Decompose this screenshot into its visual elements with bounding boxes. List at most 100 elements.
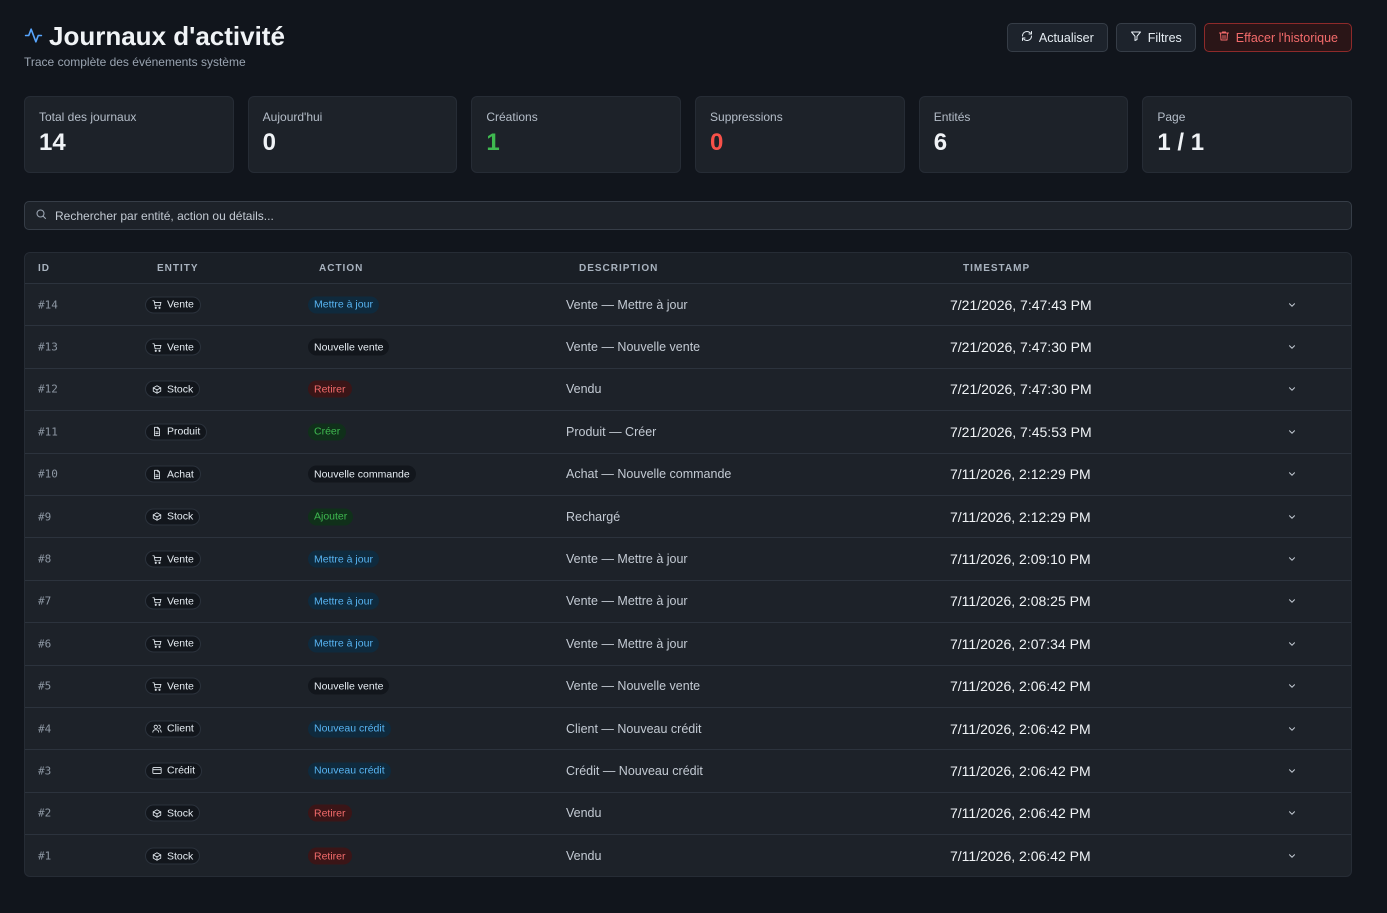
chevron-down-icon[interactable]: [1287, 851, 1297, 861]
action-badge: Nouvelle vente: [308, 338, 390, 356]
row-description: Produit — Créer: [566, 424, 657, 439]
row-timestamp: 7/11/2026, 2:06:42 PM: [950, 848, 1091, 865]
table-row[interactable]: #8 Vente Mettre à jour Vente — Mettre à jou…: [25, 538, 1351, 581]
table-row[interactable]: #4 Client Nouveau crédit Client — Nouveau c…: [25, 708, 1351, 751]
stat-label: Total des journaux: [39, 110, 137, 124]
activity-log-table: ID ENTITY ACTION DESCRIPTION TIMESTAMP #…: [24, 252, 1352, 877]
filter-icon: [1130, 30, 1142, 45]
action-badge: Mettre à jour: [308, 296, 379, 314]
action-badge: Retirer: [308, 847, 352, 865]
chevron-down-icon[interactable]: [1287, 427, 1297, 437]
action-badge: Ajouter: [308, 508, 354, 526]
clear-history-button[interactable]: Effacer l'historique: [1203, 23, 1352, 52]
row-timestamp: 7/11/2026, 2:06:42 PM: [950, 805, 1091, 822]
column-header-timestamp: TIMESTAMP: [963, 263, 1031, 274]
entity-label: Crédit: [167, 764, 196, 777]
column-header-id: ID: [38, 263, 50, 274]
table-row[interactable]: #10 Achat Nouvelle commande Achat — Nouvell…: [25, 454, 1351, 496]
search-input[interactable]: [55, 208, 1351, 223]
filters-button[interactable]: Filtres: [1115, 23, 1196, 52]
entity-badge: Achat: [145, 465, 201, 483]
table-row[interactable]: #11 Produit Créer Produit — Créer 7/21/2026,…: [25, 411, 1351, 454]
row-id: #1: [38, 849, 52, 863]
chevron-down-icon[interactable]: [1287, 639, 1297, 649]
chevron-down-icon[interactable]: [1287, 512, 1297, 522]
chevron-down-icon[interactable]: [1287, 808, 1297, 818]
entity-label: Vente: [167, 298, 194, 311]
table-row[interactable]: #5 Vente Nouvelle vente Vente — Nouvelle ve…: [25, 666, 1351, 708]
entity-label: Vente: [167, 341, 194, 354]
refresh-button[interactable]: Actualiser: [1006, 23, 1108, 52]
stat-card-page: Page 1 / 1: [1142, 96, 1353, 173]
stat-value: 1 / 1: [1157, 129, 1205, 156]
refresh-icon: [1021, 30, 1033, 45]
entity-label: Produit: [167, 425, 201, 438]
action-badge: Retirer: [308, 380, 352, 398]
entity-label: Vente: [167, 680, 194, 693]
entity-badge: Vente: [145, 550, 201, 568]
chevron-down-icon[interactable]: [1287, 342, 1297, 352]
chevron-down-icon[interactable]: [1287, 469, 1297, 479]
cart-icon: [152, 554, 162, 564]
stat-label: Suppressions: [710, 110, 783, 124]
row-timestamp: 7/11/2026, 2:09:10 PM: [950, 551, 1091, 568]
column-header-description: DESCRIPTION: [579, 263, 659, 274]
entity-badge: Stock: [145, 380, 201, 398]
table-row[interactable]: #12 Stock Retirer Vendu 7/21/2026, 7:47:30 P…: [25, 369, 1351, 412]
entity-badge: Vente: [145, 635, 201, 653]
action-badge: Mettre à jour: [308, 592, 379, 610]
table-row[interactable]: #7 Vente Mettre à jour Vente — Mettre à jou…: [25, 581, 1351, 624]
document-icon: [152, 469, 162, 479]
action-badge: Mettre à jour: [308, 635, 379, 653]
row-timestamp: 7/11/2026, 2:06:42 PM: [950, 762, 1091, 779]
row-description: Vente — Mettre à jour: [566, 552, 688, 567]
cart-icon: [152, 639, 162, 649]
table-row[interactable]: #9 Stock Ajouter Rechargé 7/11/2026, 2:12:29…: [25, 496, 1351, 539]
table-row[interactable]: #6 Vente Mettre à jour Vente — Mettre à jou…: [25, 623, 1351, 666]
chevron-down-icon[interactable]: [1287, 384, 1297, 394]
table-row[interactable]: #2 Stock Retirer Vendu 7/11/2026, 2:06:42 PM: [25, 793, 1351, 836]
entity-label: Vente: [167, 595, 194, 608]
entity-label: Client: [167, 722, 194, 735]
box-icon: [152, 512, 162, 522]
row-description: Vente — Mettre à jour: [566, 594, 688, 609]
action-badge: Nouveau crédit: [308, 762, 391, 780]
table-row[interactable]: #1 Stock Retirer Vendu 7/11/2026, 2:06:42 PM: [25, 835, 1351, 876]
stat-label: Page: [1157, 110, 1186, 124]
row-description: Rechargé: [566, 509, 621, 524]
table-row[interactable]: #14 Vente Mettre à jour Vente — Mettre à jo…: [25, 284, 1351, 327]
table-row[interactable]: #13 Vente Nouvelle vente Vente — Nouvelle v…: [25, 326, 1351, 369]
chevron-down-icon[interactable]: [1287, 554, 1297, 564]
row-description: Vente — Nouvelle vente: [566, 679, 701, 694]
entity-label: Stock: [167, 510, 194, 523]
row-id: #2: [38, 806, 52, 820]
cart-icon: [152, 342, 162, 352]
page-title-text: Journaux d'activité: [49, 20, 285, 51]
row-timestamp: 7/11/2026, 2:07:34 PM: [950, 635, 1091, 652]
chevron-down-icon[interactable]: [1287, 766, 1297, 776]
chevron-down-icon[interactable]: [1287, 596, 1297, 606]
table-row[interactable]: #3 Crédit Nouveau crédit Crédit — Nouveau c…: [25, 750, 1351, 793]
document-icon: [152, 427, 162, 437]
row-description: Vendu: [566, 382, 602, 397]
action-badge: Nouvelle vente: [308, 677, 390, 695]
stat-card-total: Total des journaux 14: [24, 96, 234, 173]
stat-value: 0: [262, 129, 277, 156]
stat-label: Aujourd'hui: [262, 110, 323, 124]
row-id: #10: [38, 467, 58, 481]
row-id: #13: [38, 340, 58, 354]
box-icon: [152, 808, 162, 818]
row-timestamp: 7/11/2026, 2:06:42 PM: [950, 720, 1091, 737]
entity-badge: Stock: [145, 508, 201, 526]
chevron-down-icon[interactable]: [1287, 681, 1297, 691]
row-description: Crédit — Nouveau crédit: [566, 763, 703, 778]
chevron-down-icon[interactable]: [1287, 300, 1297, 310]
column-header-entity: ENTITY: [157, 263, 199, 274]
cart-icon: [152, 681, 162, 691]
clear-history-label: Effacer l'historique: [1235, 30, 1338, 45]
trash-icon: [1218, 30, 1230, 45]
entity-badge: Vente: [145, 677, 201, 695]
stat-value: 0: [710, 129, 724, 156]
row-description: Vendu: [566, 849, 602, 864]
chevron-down-icon[interactable]: [1287, 724, 1297, 734]
